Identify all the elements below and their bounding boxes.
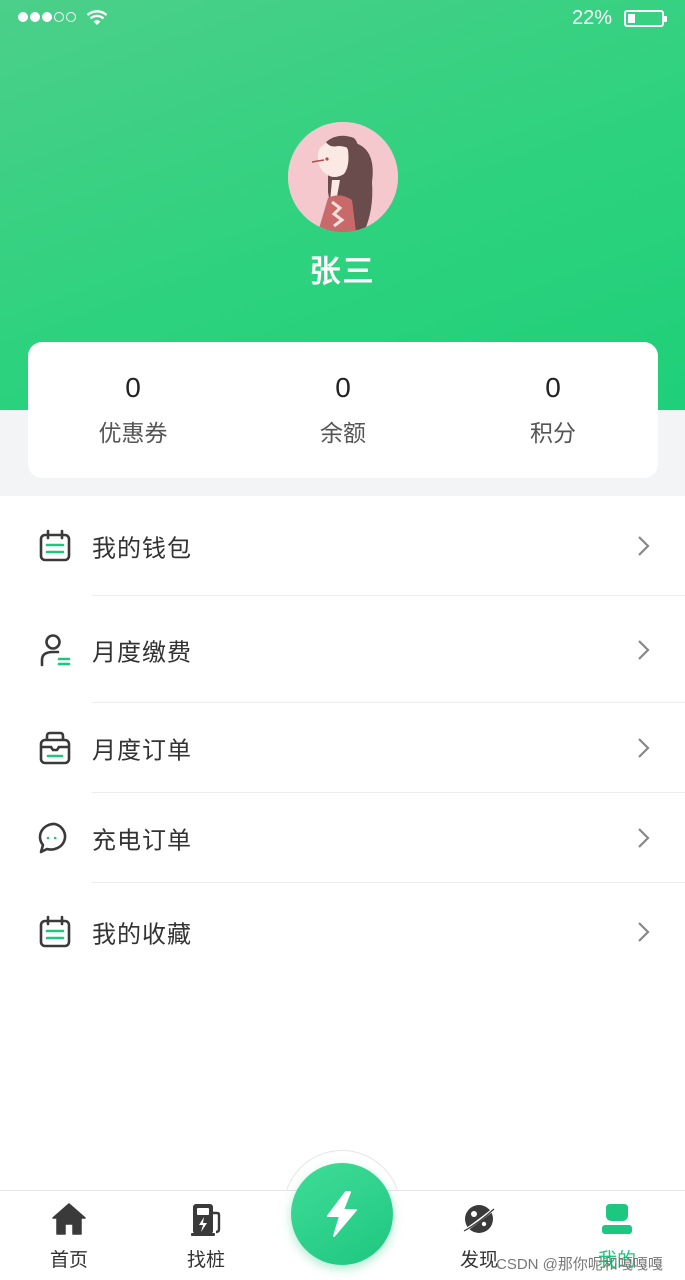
- menu-item-label: 充电订单: [92, 826, 192, 855]
- user-icon: [602, 1204, 632, 1234]
- signal-icon: [18, 12, 76, 22]
- menu-item-favorites[interactable]: 我的收藏: [0, 883, 685, 981]
- order-box-icon: [39, 731, 71, 765]
- menu-item-label: 我的钱包: [92, 534, 192, 563]
- battery-percent: 22%: [572, 7, 613, 29]
- avatar-girl-icon: [288, 122, 398, 232]
- tab-home[interactable]: 首页: [14, 1191, 124, 1280]
- menu-list: 我的钱包 月度缴费 月度订单 充电订单 我的收藏: [0, 496, 685, 981]
- points-label: 积分: [530, 421, 576, 447]
- coupon-stat[interactable]: 0 优惠券: [28, 342, 238, 478]
- lightning-icon: [327, 1191, 357, 1237]
- menu-item-monthly-payment[interactable]: 月度缴费: [0, 596, 685, 703]
- chevron-right-icon: [638, 738, 650, 758]
- menu-item-monthly-order[interactable]: 月度订单: [0, 703, 685, 793]
- avatar[interactable]: [288, 122, 398, 232]
- calendar-icon: [39, 915, 71, 948]
- balance-amount: 0: [335, 372, 351, 403]
- battery-icon: [624, 10, 667, 27]
- wallet-icon: [39, 529, 71, 562]
- wifi-icon: [86, 10, 108, 25]
- balance-label: 余额: [320, 421, 366, 447]
- chevron-right-icon: [638, 922, 650, 942]
- charge-button[interactable]: [291, 1163, 393, 1265]
- tab-find-pile[interactable]: 找桩: [151, 1191, 261, 1280]
- stats-card: 0 优惠券 0 余额 0 积分: [28, 342, 658, 478]
- menu-item-charging-order[interactable]: 充电订单: [0, 793, 685, 883]
- coupon-count: 0: [125, 372, 141, 403]
- planet-icon: [463, 1205, 495, 1233]
- tab-label: 找桩: [186, 1249, 225, 1271]
- tab-label: 首页: [49, 1249, 88, 1271]
- menu-item-wallet[interactable]: 我的钱包: [0, 496, 685, 596]
- status-bar: 22%: [0, 0, 685, 38]
- charging-pile-icon: [191, 1204, 221, 1236]
- user-payment-icon: [40, 633, 71, 666]
- menu-item-label: 月度缴费: [92, 638, 192, 666]
- coupon-label: 优惠券: [98, 421, 168, 447]
- watermark: CSDN @那你呢和嘎嘎嘎: [496, 1256, 663, 1273]
- chevron-right-icon: [638, 828, 650, 848]
- chevron-right-icon: [638, 536, 650, 556]
- balance-stat[interactable]: 0 余额: [238, 342, 448, 478]
- username: 张三: [309, 254, 376, 290]
- points-stat[interactable]: 0 积分: [448, 342, 658, 478]
- menu-item-label: 月度订单: [92, 736, 192, 765]
- chevron-right-icon: [638, 639, 650, 660]
- home-icon: [52, 1203, 86, 1235]
- menu-item-label: 我的收藏: [92, 920, 192, 949]
- points-count: 0: [545, 372, 561, 403]
- chat-bubble-icon: [38, 822, 67, 854]
